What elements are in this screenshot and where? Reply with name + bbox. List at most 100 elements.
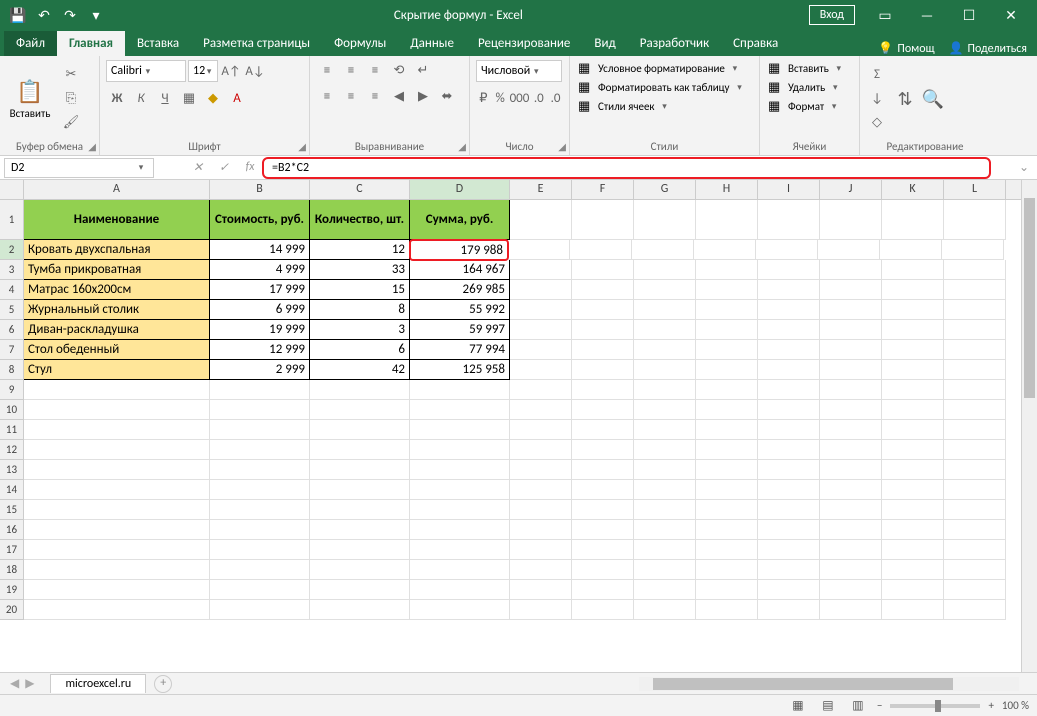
horizontal-scrollbar[interactable]: [639, 677, 1019, 691]
cell[interactable]: [410, 460, 510, 480]
cell-name[interactable]: Журнальный столик: [24, 300, 210, 320]
vertical-scrollbar[interactable]: [1021, 180, 1037, 672]
find-select-icon[interactable]: 🔍: [922, 89, 944, 109]
cell[interactable]: [510, 580, 572, 600]
cell[interactable]: [758, 200, 820, 240]
cell[interactable]: [634, 300, 696, 320]
cell-name[interactable]: Стол обеденный: [24, 340, 210, 360]
cell-name[interactable]: Матрас 160х200см: [24, 280, 210, 300]
decrease-indent-icon[interactable]: ◀: [388, 86, 410, 106]
cell-styles-button[interactable]: ▦Стили ячеек▾: [576, 98, 753, 115]
row-header[interactable]: 7: [0, 340, 24, 360]
cell[interactable]: [510, 340, 572, 360]
cell-name[interactable]: Тумба прикроватная: [24, 260, 210, 280]
row-header[interactable]: 2: [0, 240, 24, 260]
thousands-icon[interactable]: 000: [510, 88, 530, 108]
borders-icon[interactable]: ▦: [178, 88, 200, 108]
cell[interactable]: [210, 600, 310, 620]
cell[interactable]: [758, 400, 820, 420]
italic-button[interactable]: К: [130, 88, 152, 108]
row-header[interactable]: 1: [0, 200, 24, 240]
cell[interactable]: [882, 560, 944, 580]
cell[interactable]: [758, 420, 820, 440]
cell[interactable]: [820, 300, 882, 320]
cell[interactable]: [944, 320, 1006, 340]
cell[interactable]: [634, 200, 696, 240]
orientation-icon[interactable]: ⟲: [388, 60, 410, 80]
cell[interactable]: [696, 340, 758, 360]
cell[interactable]: [572, 320, 634, 340]
cell[interactable]: [634, 500, 696, 520]
cell-sum[interactable]: 77 994: [410, 340, 510, 360]
page-layout-view-icon[interactable]: ▤: [817, 697, 839, 715]
cell[interactable]: [820, 540, 882, 560]
cell[interactable]: [410, 600, 510, 620]
cell[interactable]: [310, 600, 410, 620]
maximize-icon[interactable]: ☐: [949, 3, 989, 27]
minimize-icon[interactable]: —: [907, 3, 947, 27]
cell[interactable]: [756, 240, 818, 260]
cell[interactable]: [634, 380, 696, 400]
cell[interactable]: [410, 480, 510, 500]
column-header[interactable]: L: [944, 180, 1006, 199]
cell[interactable]: [696, 380, 758, 400]
cell[interactable]: [758, 260, 820, 280]
cell-qty[interactable]: 6: [310, 340, 410, 360]
row-header[interactable]: 17: [0, 540, 24, 560]
cell-cost[interactable]: 4 999: [210, 260, 310, 280]
conditional-formatting-button[interactable]: ▦Условное форматирование▾: [576, 60, 753, 77]
dialog-launcher-icon[interactable]: ◢: [458, 140, 466, 153]
expand-formulabar-icon[interactable]: ⌄: [1011, 160, 1037, 175]
cell[interactable]: [882, 600, 944, 620]
cell[interactable]: [758, 440, 820, 460]
cell[interactable]: [410, 540, 510, 560]
cell-sum[interactable]: 59 997: [410, 320, 510, 340]
cell-name[interactable]: Кровать двухспальная: [24, 240, 210, 260]
name-box[interactable]: D2▾: [4, 158, 154, 178]
cell[interactable]: [882, 580, 944, 600]
cell[interactable]: [634, 260, 696, 280]
cell[interactable]: [696, 540, 758, 560]
cell[interactable]: [634, 280, 696, 300]
cell[interactable]: [570, 240, 632, 260]
cell[interactable]: [820, 280, 882, 300]
cell[interactable]: [758, 520, 820, 540]
cell[interactable]: [572, 260, 634, 280]
cell[interactable]: [510, 200, 572, 240]
percent-icon[interactable]: %: [493, 88, 508, 108]
cell[interactable]: [696, 600, 758, 620]
column-header[interactable]: D: [410, 180, 510, 199]
cell-sum[interactable]: 179 988: [409, 239, 509, 261]
cell[interactable]: [210, 380, 310, 400]
column-header[interactable]: J: [820, 180, 882, 199]
tab-page-layout[interactable]: Разметка страницы: [191, 31, 322, 56]
align-top-icon[interactable]: ≡: [316, 60, 338, 80]
cell[interactable]: [310, 560, 410, 580]
cell[interactable]: [944, 280, 1006, 300]
format-table-button[interactable]: ▦Форматировать как таблицу▾: [576, 79, 753, 96]
decrease-decimal-icon[interactable]: .0: [548, 88, 563, 108]
zoom-slider[interactable]: [890, 704, 980, 708]
underline-button[interactable]: Ч: [154, 88, 176, 108]
cell[interactable]: [572, 360, 634, 380]
cell-cost[interactable]: 6 999: [210, 300, 310, 320]
cell[interactable]: [634, 400, 696, 420]
cell[interactable]: [24, 580, 210, 600]
increase-indent-icon[interactable]: ▶: [412, 86, 434, 106]
row-header[interactable]: 16: [0, 520, 24, 540]
cell[interactable]: [880, 240, 942, 260]
table-header[interactable]: Наименование: [24, 200, 210, 240]
cell[interactable]: [882, 440, 944, 460]
cell[interactable]: [696, 280, 758, 300]
tab-review[interactable]: Рецензирование: [466, 31, 582, 56]
cell[interactable]: [696, 520, 758, 540]
cell[interactable]: [944, 300, 1006, 320]
merge-icon[interactable]: ⬌: [436, 86, 458, 106]
cell[interactable]: [572, 520, 634, 540]
wrap-text-icon[interactable]: ↵: [412, 60, 434, 80]
cell[interactable]: [310, 400, 410, 420]
cell[interactable]: [942, 240, 1004, 260]
cell[interactable]: [510, 560, 572, 580]
cell[interactable]: [944, 400, 1006, 420]
tab-home[interactable]: Главная: [57, 31, 125, 56]
